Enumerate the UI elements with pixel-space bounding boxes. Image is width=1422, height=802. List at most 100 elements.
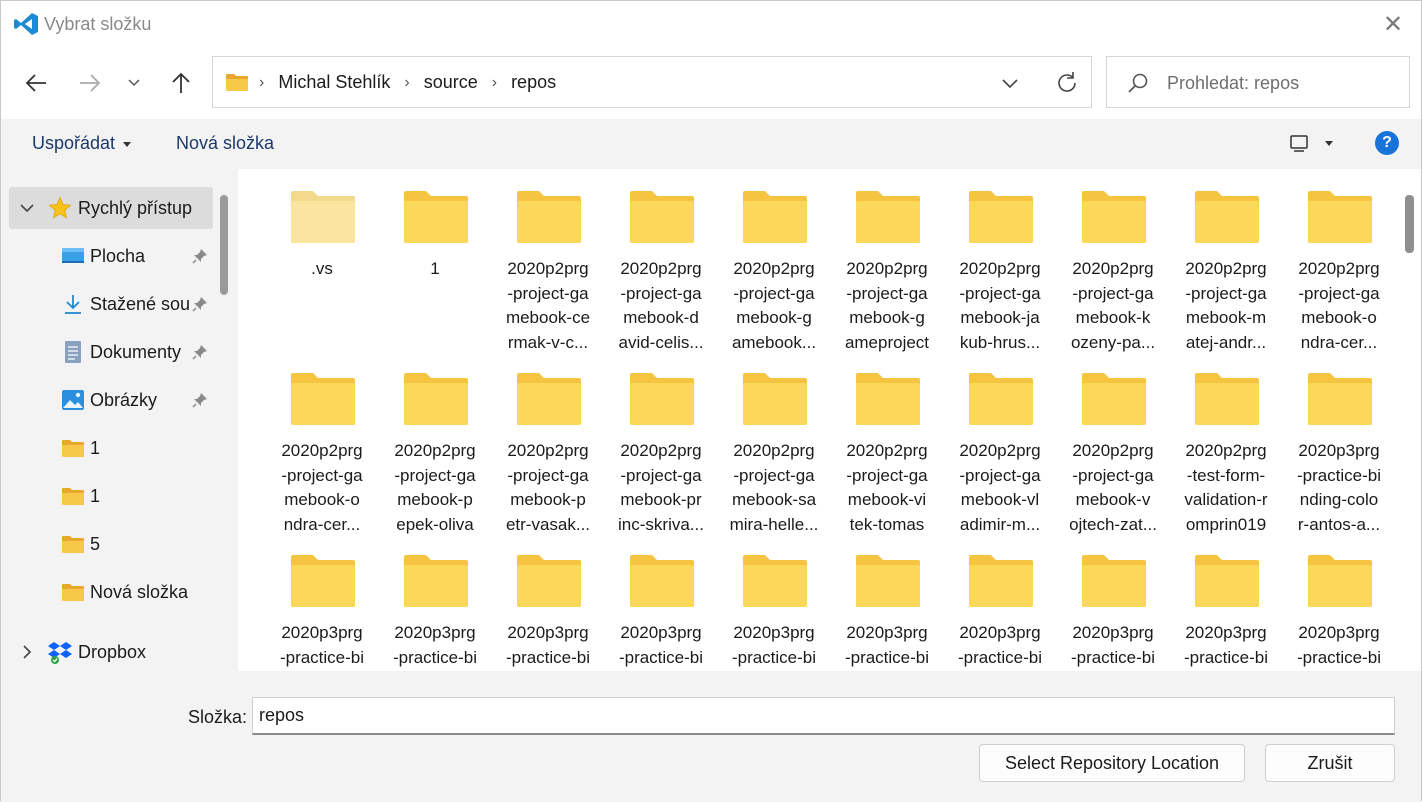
sidebar-item-folder-1b[interactable]: 1	[9, 475, 213, 517]
folder-item[interactable]: 2020p2prg -project-ga mebook-d avid-celis..…	[606, 171, 716, 352]
folder-item[interactable]: 2020p3prg -practice-bi	[267, 535, 377, 671]
folder-icon	[630, 555, 694, 607]
folder-item-name: 2020p2prg -project-ga mebook-pr inc-skriva.…	[618, 441, 704, 534]
content-scrollbar-thumb[interactable]	[1405, 195, 1414, 253]
folder-item[interactable]: 2020p3prg -practice-bi	[380, 535, 490, 671]
folder-item-name: 2020p2prg -project-ga mebook-p epek-oliva	[394, 441, 476, 534]
folder-item[interactable]: 2020p2prg -project-ga mebook-g amebook...	[719, 171, 829, 352]
sidebar-item-downloads[interactable]: Stažené soubory	[9, 283, 213, 325]
folder-item[interactable]: 2020p2prg -project-ga mebook-sa mira-helle.…	[719, 353, 829, 534]
new-folder-button[interactable]: Nová složka	[176, 133, 274, 154]
cancel-button[interactable]: Zrušit	[1265, 744, 1395, 782]
folder-item[interactable]: 2020p3prg -practice-bi nding-colo r-antos-a…	[1284, 353, 1394, 534]
breadcrumb-separator-icon[interactable]: ›	[259, 74, 264, 92]
forward-button[interactable]	[70, 61, 110, 105]
folder-item[interactable]: 2020p2prg -project-ga mebook-pr inc-skriva.…	[606, 353, 716, 534]
folder-item-name: 2020p3prg -practice-bi	[1183, 623, 1269, 667]
breadcrumb-item[interactable]: source	[424, 72, 478, 93]
sidebar-item-folder-1[interactable]: 1	[9, 427, 213, 469]
search-input[interactable]	[1165, 70, 1399, 96]
chevron-down-icon	[20, 204, 34, 213]
folder-item[interactable]: 2020p2prg -project-ga mebook-ce rmak-v-c...	[493, 171, 603, 352]
close-icon[interactable]: ✕	[1375, 7, 1411, 41]
breadcrumb-item[interactable]: Michal Stehlík	[278, 72, 390, 93]
folder-item[interactable]: 2020p2prg -project-ga mebook-p etr-vasak...	[493, 353, 603, 534]
folder-item-name: 2020p3prg -practice-bi	[844, 623, 930, 667]
folder-item-name: 2020p2prg -project-ga mebook-v ojtech-zat..…	[1069, 441, 1157, 534]
folder-item[interactable]: 2020p3prg -practice-bi	[493, 535, 603, 671]
folder-icon	[969, 191, 1033, 243]
sidebar-item-new-folder[interactable]: Nová složka	[9, 571, 213, 613]
folder-item[interactable]: 2020p2prg -project-ga mebook-v ojtech-zat..…	[1058, 353, 1168, 534]
folder-item[interactable]: 2020p2prg -test-form-validation-r omprin01…	[1171, 353, 1281, 534]
recent-locations-button[interactable]	[114, 61, 154, 105]
folder-icon	[743, 373, 807, 425]
folder-icon	[743, 555, 807, 607]
folder-item[interactable]: 2020p2prg -project-ga mebook-g ameproject	[832, 171, 942, 352]
sidebar-item-desktop[interactable]: Plocha	[9, 235, 213, 277]
folder-item-name: 2020p2prg -test-form-validation-r omprin01…	[1184, 441, 1268, 534]
folder-name-input[interactable]	[252, 697, 1395, 735]
folder-item[interactable]: 2020p2prg -project-ga mebook-vi tek-tomas	[832, 353, 942, 534]
folder-item[interactable]: 2020p2prg -project-ga mebook-p epek-oliva	[380, 353, 490, 534]
title-bar: Vybrat složku ✕	[1, 1, 1421, 47]
folder-item[interactable]: 2020p2prg -project-ga mebook-m atej-andr...	[1171, 171, 1281, 352]
select-repository-location-button[interactable]: Select Repository Location	[979, 744, 1245, 782]
folder-icon	[404, 373, 468, 425]
sidebar-item-quick-access[interactable]: Rychlý přístup	[9, 187, 213, 229]
folder-icon	[60, 532, 86, 556]
folder-item[interactable]: 2020p2prg -project-ga mebook-vl adimir-m...	[945, 353, 1055, 534]
folder-item[interactable]: 1	[380, 171, 490, 349]
folder-item-name: 2020p3prg -practice-bi	[505, 623, 591, 667]
sidebar-scrollbar-thumb[interactable]	[220, 195, 228, 295]
sidebar-item-pictures[interactable]: Obrázky	[9, 379, 213, 421]
folder-item[interactable]: 2020p3prg -practice-bi	[719, 535, 829, 671]
folder-item[interactable]: 2020p3prg -practice-bi	[1058, 535, 1168, 671]
folder-icon	[856, 555, 920, 607]
folder-icon	[291, 373, 355, 425]
folder-icon	[517, 373, 581, 425]
breadcrumb-item[interactable]: repos	[511, 72, 556, 93]
folder-item[interactable]: 2020p3prg -practice-bi	[945, 535, 1055, 671]
folder-item[interactable]: 2020p2prg -project-ga mebook-o ndra-cer...	[267, 353, 377, 534]
folder-icon	[1308, 373, 1372, 425]
folder-item-name: 2020p2prg -project-ga mebook-vl adimir-m...	[959, 441, 1041, 534]
address-bar[interactable]: › Michal Stehlík › source › repos	[212, 56, 1092, 108]
folder-item-name: 2020p2prg -project-ga mebook-sa mira-helle.…	[729, 441, 819, 534]
organize-menu-button[interactable]: Uspořádat	[32, 133, 132, 154]
sidebar-item-dropbox[interactable]: Dropbox	[9, 631, 213, 671]
folder-item[interactable]: 2020p2prg -project-ga mebook-ja kub-hrus...	[945, 171, 1055, 352]
folder-item[interactable]: 2020p3prg -practice-bi	[1171, 535, 1281, 671]
folder-icon	[517, 555, 581, 607]
search-icon	[1128, 73, 1148, 93]
folder-item-name: 2020p2prg -project-ga mebook-g amebook...	[731, 259, 817, 352]
sidebar-item-documents[interactable]: Dokumenty	[9, 331, 213, 373]
refresh-icon[interactable]	[1053, 69, 1081, 97]
sidebar-item-label: 1	[90, 485, 101, 506]
pin-icon	[192, 249, 207, 264]
folder-item[interactable]: 2020p3prg -practice-bi	[832, 535, 942, 671]
folder-item-name: 2020p3prg -practice-bi	[1070, 623, 1156, 667]
folder-item-name: 2020p2prg -project-ga mebook-p etr-vasak...	[505, 441, 591, 534]
sidebar-item-folder-5[interactable]: 5	[9, 523, 213, 565]
search-box[interactable]	[1106, 56, 1410, 108]
folder-item[interactable]: 2020p2prg -project-ga mebook-k ozeny-pa...	[1058, 171, 1168, 352]
folder-item-name: 2020p3prg -practice-bi	[731, 623, 817, 667]
back-button[interactable]	[16, 61, 56, 105]
breadcrumb-separator-icon[interactable]: ›	[492, 74, 497, 92]
address-dropdown-icon[interactable]	[998, 71, 1022, 95]
folder-item[interactable]: 2020p2prg -project-ga mebook-o ndra-cer...	[1284, 171, 1394, 352]
folder-item[interactable]: 2020p3prg -practice-bi	[1284, 535, 1394, 671]
folder-item-name: 2020p2prg -project-ga mebook-o ndra-cer...	[1298, 259, 1380, 352]
dialog-footer: Složka: Select Repository Location Zruši…	[1, 671, 1421, 802]
folder-item-name: 2020p2prg -project-ga mebook-ce rmak-v-c...	[505, 259, 591, 352]
up-button[interactable]	[161, 61, 201, 105]
view-options-button[interactable]	[1287, 131, 1337, 157]
help-icon[interactable]: ?	[1375, 131, 1399, 155]
navigation-pane: Rychlý přístup Plocha Stažené soubory Do…	[1, 169, 238, 671]
desktop-icon	[60, 244, 86, 268]
breadcrumb-separator-icon[interactable]: ›	[404, 74, 409, 92]
folder-grid: .vs 1 2020p2prg -project-ga mebook-ce rmak-v-…	[238, 169, 1398, 671]
folder-item[interactable]: .vs	[267, 171, 377, 349]
folder-item[interactable]: 2020p3prg -practice-bi	[606, 535, 716, 671]
